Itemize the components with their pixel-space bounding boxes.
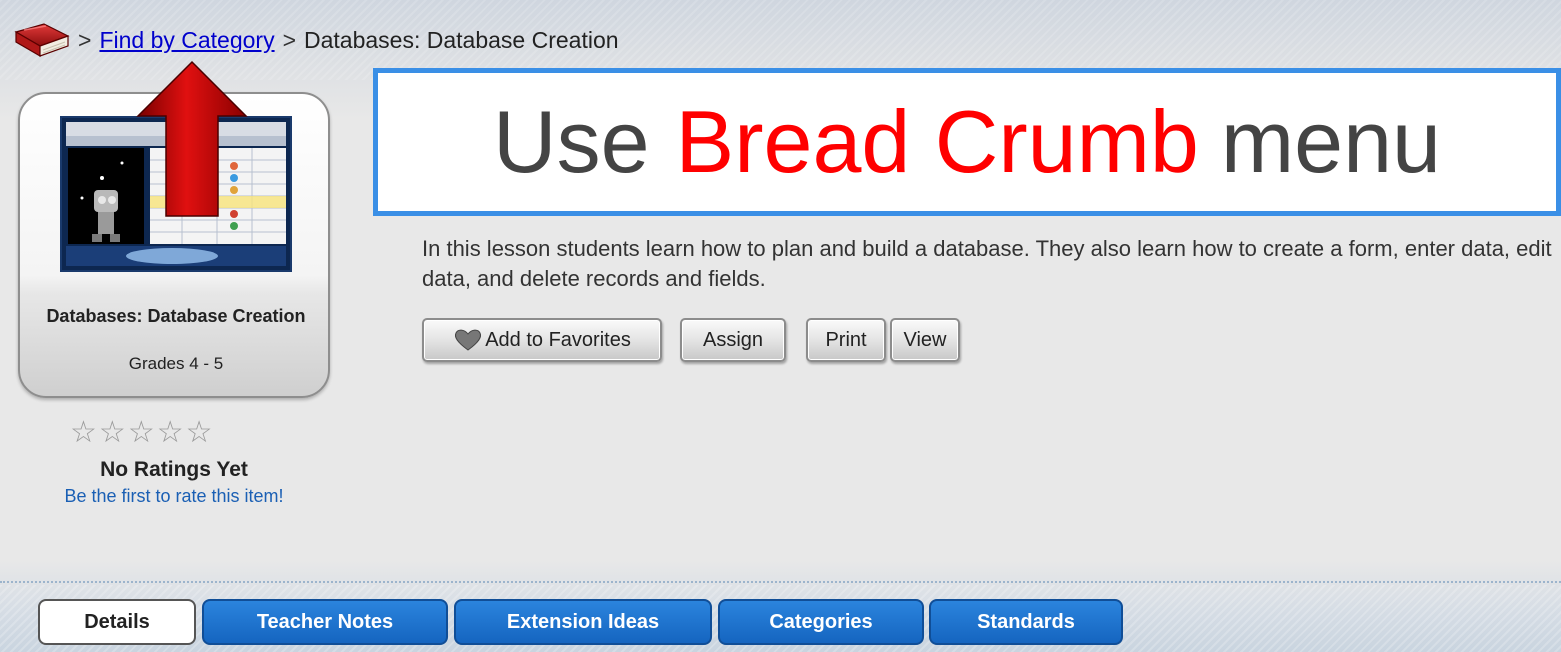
add-to-favorites-label: Add to Favorites [485,328,631,351]
tab-standards[interactable]: Standards [929,599,1123,645]
star-icon[interactable]: ☆ [157,418,184,448]
section-divider [0,581,1561,583]
star-icon[interactable]: ☆ [128,418,155,448]
star-icon[interactable]: ☆ [70,418,97,448]
rating-stars[interactable]: ☆ ☆ ☆ ☆ ☆ [70,418,213,448]
breadcrumb-link-find-by-category[interactable]: Find by Category [99,27,274,54]
star-icon[interactable]: ☆ [99,418,126,448]
callout-prefix: Use [493,92,650,191]
breadcrumb-separator: > [282,26,297,53]
rate-item-link[interactable]: Be the first to rate this item! [0,486,348,507]
print-label: Print [825,328,867,351]
breadcrumb-separator: > [78,26,92,53]
rating-status: No Ratings Yet [100,458,248,481]
breadcrumb-current: Databases: Database Creation [304,26,619,53]
tab-extension-ideas[interactable]: Extension Ideas [454,599,712,645]
star-icon[interactable]: ☆ [186,418,213,448]
lesson-grades: Grades 4 - 5 [128,354,224,373]
callout-suffix: menu [1220,92,1441,191]
instruction-callout: Use Bread Crumb menu [373,68,1561,216]
lesson-title: Databases: Database Creation [46,306,306,326]
tab-details[interactable]: Details [38,599,196,645]
print-button[interactable]: Print [806,318,886,362]
breadcrumb: > Find by Category > Databases: Database… [10,22,619,58]
add-to-favorites-button[interactable]: Add to Favorites [422,318,662,362]
tab-categories[interactable]: Categories [718,599,924,645]
red-arrow-up-icon [136,60,248,218]
heart-icon [453,328,483,352]
lesson-description: In this lesson students learn how to pla… [422,236,1552,291]
assign-button[interactable]: Assign [680,318,786,362]
view-button[interactable]: View [890,318,960,362]
book-icon[interactable] [10,22,70,58]
tab-teacher-notes[interactable]: Teacher Notes [202,599,448,645]
assign-label: Assign [702,328,764,351]
callout-highlight: Bread Crumb [675,92,1199,191]
view-label: View [903,328,947,351]
